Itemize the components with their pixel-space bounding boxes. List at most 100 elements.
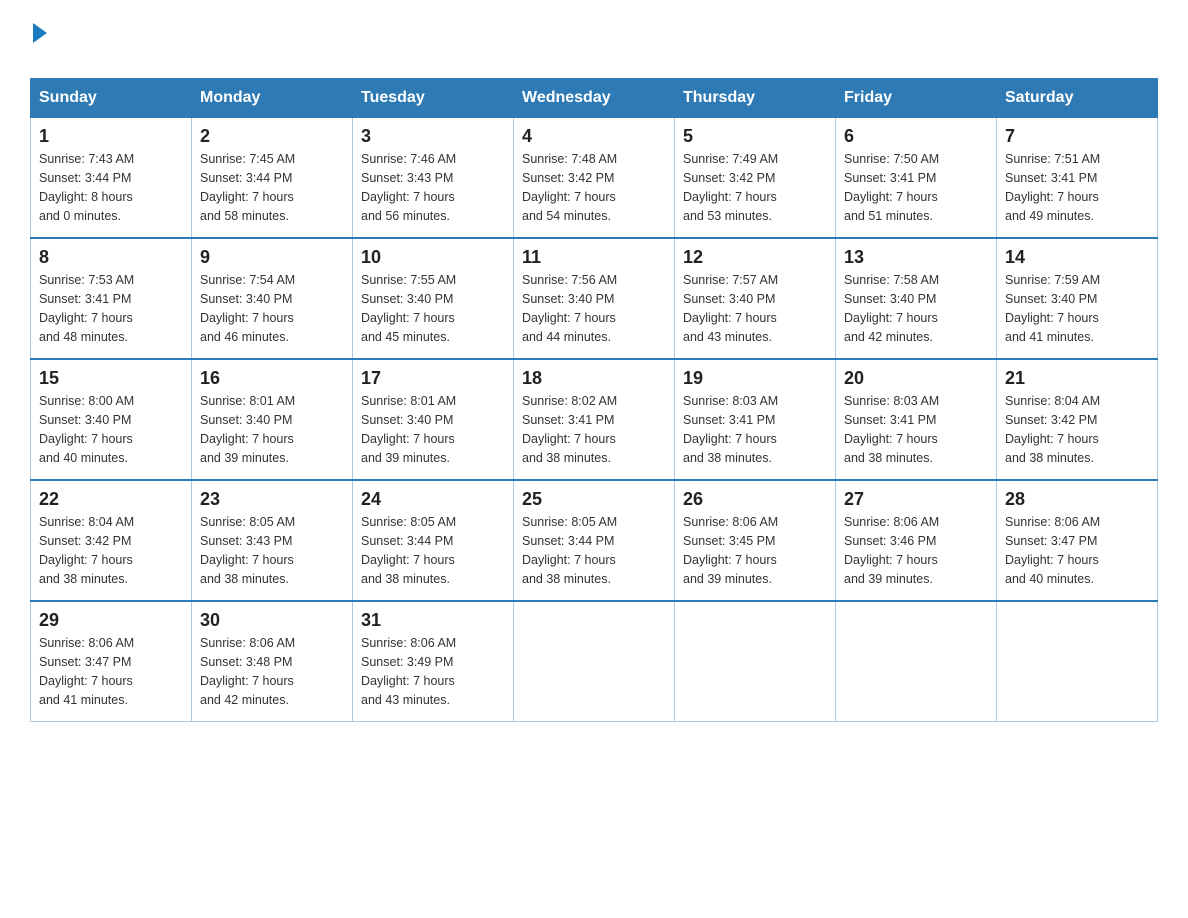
day-number: 10	[361, 247, 505, 268]
calendar-cell: 28 Sunrise: 8:06 AMSunset: 3:47 PMDayligh…	[997, 480, 1158, 601]
day-info: Sunrise: 7:46 AMSunset: 3:43 PMDaylight:…	[361, 150, 505, 225]
calendar-cell: 19Sunrise: 8:03 AMSunset: 3:41 PMDayligh…	[675, 359, 836, 480]
day-number: 31	[361, 610, 505, 631]
calendar-cell: 10 Sunrise: 7:55 AMSunset: 3:40 PMDayligh…	[353, 238, 514, 359]
calendar-cell: 21 Sunrise: 8:04 AMSunset: 3:42 PMDayligh…	[997, 359, 1158, 480]
day-number: 24	[361, 489, 505, 510]
day-number: 5	[683, 126, 827, 147]
day-info: Sunrise: 7:55 AMSunset: 3:40 PMDaylight:…	[361, 271, 505, 346]
day-number: 26	[683, 489, 827, 510]
calendar-cell: 4 Sunrise: 7:48 AMSunset: 3:42 PMDaylight…	[514, 118, 675, 239]
day-number: 17	[361, 368, 505, 389]
calendar-cell: 13 Sunrise: 7:58 AMSunset: 3:40 PMDayligh…	[836, 238, 997, 359]
day-number: 28	[1005, 489, 1149, 510]
logo	[30, 20, 47, 68]
day-info: Sunrise: 8:05 AMSunset: 3:43 PMDaylight:…	[200, 513, 344, 588]
calendar-week-row: 15 Sunrise: 8:00 AMSunset: 3:40 PMDayligh…	[31, 359, 1158, 480]
calendar-table: SundayMondayTuesdayWednesdayThursdayFrid…	[30, 78, 1158, 722]
day-info: Sunrise: 8:00 AMSunset: 3:40 PMDaylight:…	[39, 392, 183, 467]
day-info: Sunrise: 7:45 AMSunset: 3:44 PMDaylight:…	[200, 150, 344, 225]
calendar-cell: 23Sunrise: 8:05 AMSunset: 3:43 PMDayligh…	[192, 480, 353, 601]
calendar-cell: 14 Sunrise: 7:59 AMSunset: 3:40 PMDayligh…	[997, 238, 1158, 359]
day-info: Sunrise: 7:50 AMSunset: 3:41 PMDaylight:…	[844, 150, 988, 225]
logo-arrow-icon	[33, 23, 47, 43]
calendar-cell: 22Sunrise: 8:04 AMSunset: 3:42 PMDayligh…	[31, 480, 192, 601]
column-header-sunday: Sunday	[31, 79, 192, 118]
day-number: 16	[200, 368, 344, 389]
day-info: Sunrise: 8:03 AMSunset: 3:41 PMDaylight:…	[844, 392, 988, 467]
calendar-cell: 8 Sunrise: 7:53 AMSunset: 3:41 PMDaylight…	[31, 238, 192, 359]
day-info: Sunrise: 8:05 AMSunset: 3:44 PMDaylight:…	[361, 513, 505, 588]
day-number: 4	[522, 126, 666, 147]
page-header	[30, 20, 1158, 68]
calendar-cell: 5 Sunrise: 7:49 AMSunset: 3:42 PMDaylight…	[675, 118, 836, 239]
calendar-cell: 31 Sunrise: 8:06 AMSunset: 3:49 PMDayligh…	[353, 601, 514, 722]
calendar-header-row: SundayMondayTuesdayWednesdayThursdayFrid…	[31, 79, 1158, 118]
column-header-thursday: Thursday	[675, 79, 836, 118]
day-info: Sunrise: 7:54 AMSunset: 3:40 PMDaylight:…	[200, 271, 344, 346]
calendar-cell	[836, 601, 997, 722]
day-number: 13	[844, 247, 988, 268]
day-number: 18	[522, 368, 666, 389]
calendar-cell: 11 Sunrise: 7:56 AMSunset: 3:40 PMDayligh…	[514, 238, 675, 359]
calendar-cell: 7Sunrise: 7:51 AMSunset: 3:41 PMDaylight…	[997, 118, 1158, 239]
calendar-week-row: 22Sunrise: 8:04 AMSunset: 3:42 PMDayligh…	[31, 480, 1158, 601]
day-number: 19	[683, 368, 827, 389]
calendar-cell: 27Sunrise: 8:06 AMSunset: 3:46 PMDayligh…	[836, 480, 997, 601]
calendar-cell: 2Sunrise: 7:45 AMSunset: 3:44 PMDaylight…	[192, 118, 353, 239]
day-number: 3	[361, 126, 505, 147]
day-number: 30	[200, 610, 344, 631]
column-header-wednesday: Wednesday	[514, 79, 675, 118]
day-info: Sunrise: 8:06 AMSunset: 3:49 PMDaylight:…	[361, 634, 505, 709]
day-info: Sunrise: 8:06 AMSunset: 3:45 PMDaylight:…	[683, 513, 827, 588]
calendar-cell: 9 Sunrise: 7:54 AMSunset: 3:40 PMDaylight…	[192, 238, 353, 359]
calendar-cell: 25 Sunrise: 8:05 AMSunset: 3:44 PMDayligh…	[514, 480, 675, 601]
calendar-cell: 1 Sunrise: 7:43 AMSunset: 3:44 PMDaylight…	[31, 118, 192, 239]
calendar-week-row: 29 Sunrise: 8:06 AMSunset: 3:47 PMDayligh…	[31, 601, 1158, 722]
day-info: Sunrise: 8:06 AMSunset: 3:47 PMDaylight:…	[39, 634, 183, 709]
day-number: 21	[1005, 368, 1149, 389]
day-number: 8	[39, 247, 183, 268]
day-info: Sunrise: 8:01 AMSunset: 3:40 PMDaylight:…	[361, 392, 505, 467]
day-info: Sunrise: 8:06 AMSunset: 3:46 PMDaylight:…	[844, 513, 988, 588]
day-info: Sunrise: 7:49 AMSunset: 3:42 PMDaylight:…	[683, 150, 827, 225]
day-number: 11	[522, 247, 666, 268]
day-info: Sunrise: 7:57 AMSunset: 3:40 PMDaylight:…	[683, 271, 827, 346]
day-info: Sunrise: 7:56 AMSunset: 3:40 PMDaylight:…	[522, 271, 666, 346]
calendar-cell: 30 Sunrise: 8:06 AMSunset: 3:48 PMDayligh…	[192, 601, 353, 722]
day-info: Sunrise: 8:06 AMSunset: 3:48 PMDaylight:…	[200, 634, 344, 709]
day-number: 12	[683, 247, 827, 268]
calendar-cell: 6 Sunrise: 7:50 AMSunset: 3:41 PMDaylight…	[836, 118, 997, 239]
day-number: 20	[844, 368, 988, 389]
day-info: Sunrise: 7:48 AMSunset: 3:42 PMDaylight:…	[522, 150, 666, 225]
calendar-cell: 12 Sunrise: 7:57 AMSunset: 3:40 PMDayligh…	[675, 238, 836, 359]
column-header-saturday: Saturday	[997, 79, 1158, 118]
day-info: Sunrise: 7:43 AMSunset: 3:44 PMDaylight:…	[39, 150, 183, 225]
day-number: 29	[39, 610, 183, 631]
column-header-tuesday: Tuesday	[353, 79, 514, 118]
day-info: Sunrise: 8:05 AMSunset: 3:44 PMDaylight:…	[522, 513, 666, 588]
day-number: 14	[1005, 247, 1149, 268]
calendar-cell	[675, 601, 836, 722]
day-number: 25	[522, 489, 666, 510]
calendar-cell: 26 Sunrise: 8:06 AMSunset: 3:45 PMDayligh…	[675, 480, 836, 601]
day-number: 1	[39, 126, 183, 147]
calendar-week-row: 8 Sunrise: 7:53 AMSunset: 3:41 PMDaylight…	[31, 238, 1158, 359]
day-info: Sunrise: 7:53 AMSunset: 3:41 PMDaylight:…	[39, 271, 183, 346]
column-header-monday: Monday	[192, 79, 353, 118]
day-info: Sunrise: 7:59 AMSunset: 3:40 PMDaylight:…	[1005, 271, 1149, 346]
calendar-cell: 17 Sunrise: 8:01 AMSunset: 3:40 PMDayligh…	[353, 359, 514, 480]
calendar-cell: 29 Sunrise: 8:06 AMSunset: 3:47 PMDayligh…	[31, 601, 192, 722]
day-number: 7	[1005, 126, 1149, 147]
calendar-cell: 3 Sunrise: 7:46 AMSunset: 3:43 PMDaylight…	[353, 118, 514, 239]
day-info: Sunrise: 8:04 AMSunset: 3:42 PMDaylight:…	[39, 513, 183, 588]
calendar-cell	[997, 601, 1158, 722]
calendar-cell	[514, 601, 675, 722]
day-number: 9	[200, 247, 344, 268]
column-header-friday: Friday	[836, 79, 997, 118]
day-number: 15	[39, 368, 183, 389]
day-info: Sunrise: 8:06 AMSunset: 3:47 PMDaylight:…	[1005, 513, 1149, 588]
day-info: Sunrise: 8:04 AMSunset: 3:42 PMDaylight:…	[1005, 392, 1149, 467]
day-number: 6	[844, 126, 988, 147]
day-info: Sunrise: 7:58 AMSunset: 3:40 PMDaylight:…	[844, 271, 988, 346]
